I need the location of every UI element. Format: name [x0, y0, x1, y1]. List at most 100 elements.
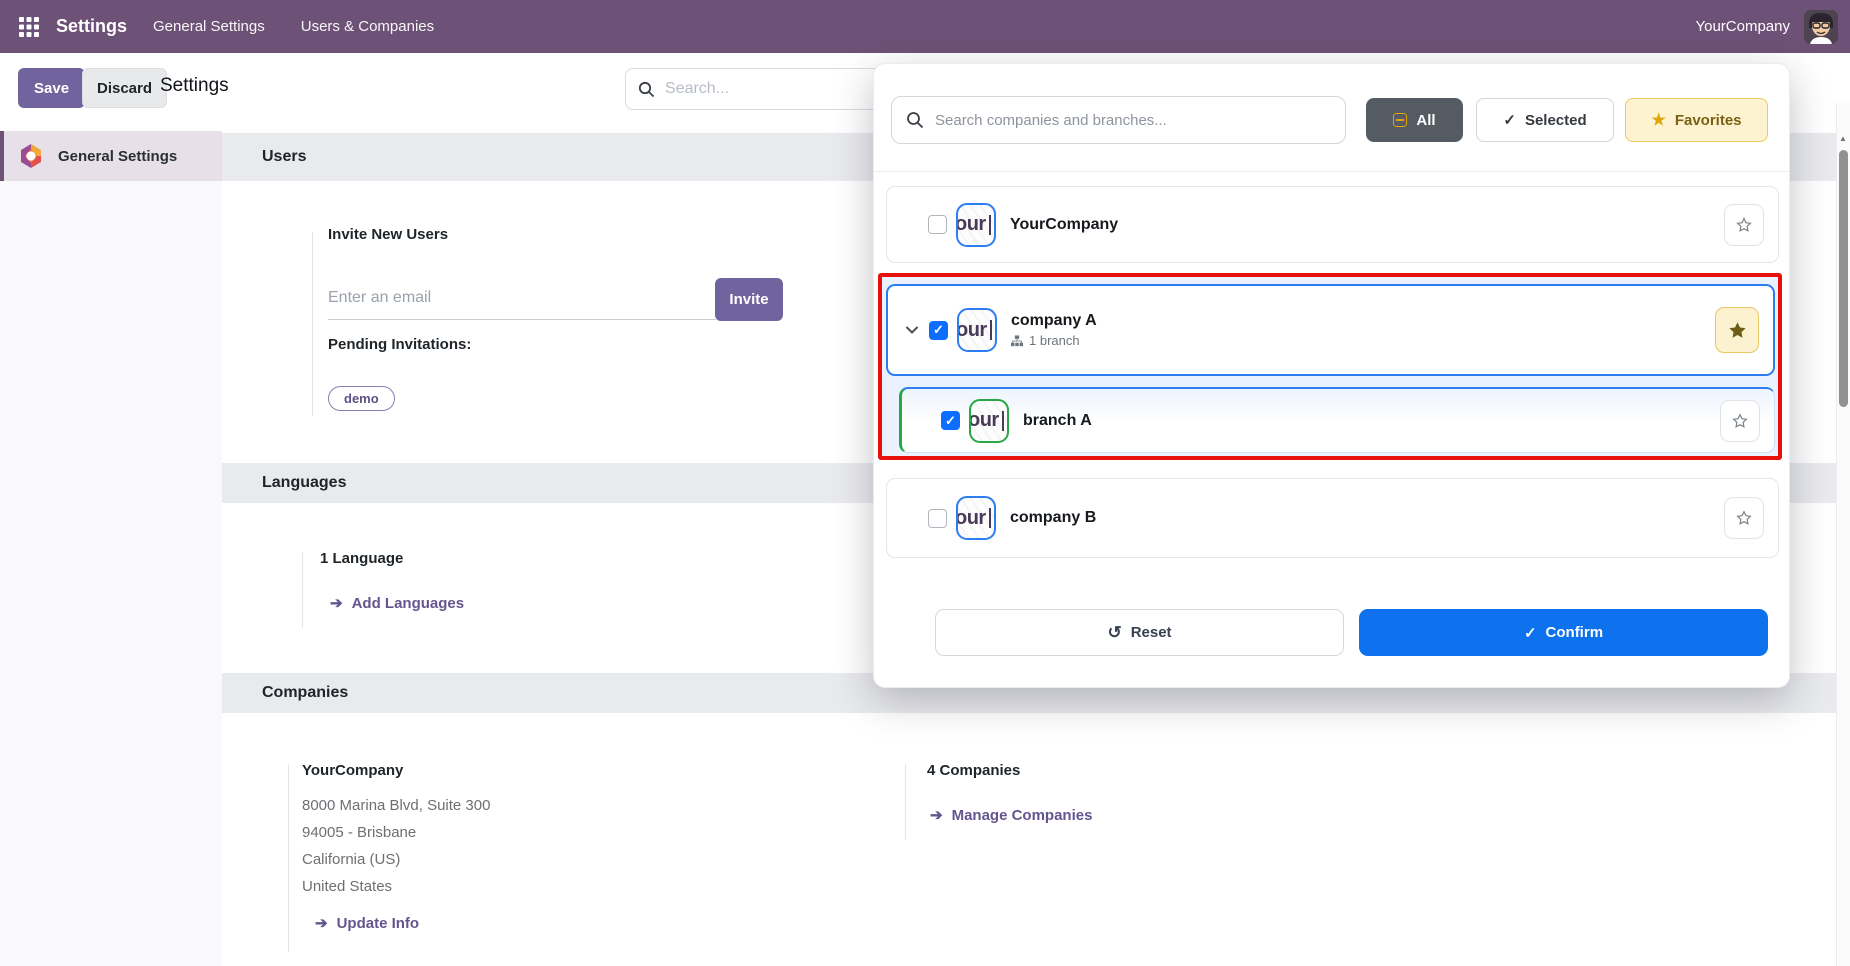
invite-new-users-label: Invite New Users: [328, 226, 448, 243]
company-switcher[interactable]: YourCompany: [1695, 18, 1790, 35]
link-label: Add Languages: [352, 595, 465, 612]
section-title: Users: [262, 148, 306, 166]
button-label: Reset: [1131, 624, 1172, 641]
company-checkbox[interactable]: ✓: [929, 321, 948, 340]
company-search-box: [891, 96, 1346, 144]
menu-general-settings[interactable]: General Settings: [153, 18, 265, 35]
sidebar-item-label: General Settings: [58, 148, 177, 165]
setting-box-separator: [288, 764, 289, 952]
user-avatar[interactable]: [1804, 10, 1838, 44]
company-search-input[interactable]: [935, 112, 1331, 129]
filter-label: All: [1416, 112, 1435, 129]
sitemap-icon: [1011, 335, 1023, 347]
apps-grid-icon[interactable]: [12, 10, 46, 44]
scrollbar-thumb[interactable]: [1839, 150, 1848, 407]
invite-email-field[interactable]: [328, 276, 716, 320]
setting-box-separator: [905, 764, 906, 840]
search-icon: [638, 81, 655, 98]
favorite-star-button[interactable]: [1720, 400, 1760, 442]
address-line: United States: [302, 873, 490, 900]
company-row-label: company B: [1010, 509, 1096, 527]
logo-mark: [1002, 411, 1004, 431]
company-checkbox[interactable]: [928, 215, 947, 234]
filter-selected-button[interactable]: ✓ Selected: [1476, 98, 1614, 142]
check-icon: ✓: [1503, 111, 1516, 129]
general-settings-icon: [18, 143, 44, 169]
reset-icon: ↺: [1107, 623, 1121, 643]
confirm-button[interactable]: ✓ Confirm: [1359, 609, 1768, 656]
filter-favorites-button[interactable]: ★ Favorites: [1625, 98, 1768, 142]
company-logo: our: [956, 496, 996, 540]
filter-label: Favorites: [1675, 112, 1742, 129]
button-label: Confirm: [1546, 624, 1604, 641]
arrow-right-icon: ➔: [930, 806, 943, 824]
logo-text: our: [956, 213, 986, 236]
highlight-box: ✓ our company A 1 branch ✓ our branch A: [878, 273, 1782, 460]
arrow-right-icon: ➔: [330, 594, 343, 612]
pending-invitation-badge[interactable]: demo: [328, 386, 395, 411]
breadcrumb: Settings: [160, 75, 229, 97]
address-line: 8000 Marina Blvd, Suite 300: [302, 792, 490, 819]
logo-text: our: [957, 319, 987, 342]
search-icon: [906, 111, 924, 129]
logo-text: our: [969, 409, 999, 432]
logo-mark: [989, 215, 991, 235]
menu-users-companies[interactable]: Users & Companies: [301, 18, 434, 35]
reset-button[interactable]: ↺ Reset: [935, 609, 1344, 656]
divider: [874, 171, 1789, 172]
invite-button[interactable]: Invite: [715, 278, 783, 321]
settings-page: Settings General Settings Users & Compan…: [0, 0, 1850, 966]
company-logo: our: [957, 308, 997, 352]
company-row-yourcompany[interactable]: our YourCompany: [886, 186, 1779, 263]
add-languages-link[interactable]: ➔ Add Languages: [330, 594, 464, 612]
arrow-right-icon: ➔: [315, 914, 328, 932]
company-row-label: company A: [1011, 312, 1097, 330]
address-line: California (US): [302, 846, 490, 873]
company-row-branch-a[interactable]: ✓ our branch A: [899, 387, 1775, 453]
branch-count: 1 branch: [1011, 333, 1097, 348]
filter-label: Selected: [1525, 112, 1587, 129]
manage-companies-link[interactable]: ➔ Manage Companies: [930, 806, 1092, 824]
setting-box-separator: [302, 552, 303, 628]
company-name: YourCompany: [302, 762, 403, 779]
chevron-down-icon[interactable]: [904, 322, 920, 338]
app-name[interactable]: Settings: [56, 16, 127, 37]
company-row-company-a[interactable]: ✓ our company A 1 branch: [886, 284, 1775, 376]
companies-count: 4 Companies: [927, 762, 1020, 779]
collapse-all-icon: [1393, 113, 1407, 127]
company-checkbox[interactable]: [928, 509, 947, 528]
setting-box-separator: [312, 232, 313, 416]
logo-mark: [989, 508, 991, 528]
company-row-label: YourCompany: [1010, 216, 1118, 234]
save-button[interactable]: Save: [18, 68, 85, 108]
section-title: Companies: [262, 684, 348, 702]
company-selector-dropdown: All ✓ Selected ★ Favorites our YourCompa…: [873, 63, 1790, 688]
page-scrollbar[interactable]: ▲: [1836, 103, 1850, 966]
company-logo: our: [956, 203, 996, 247]
company-checkbox[interactable]: ✓: [941, 411, 960, 430]
link-label: Manage Companies: [952, 807, 1093, 824]
company-row-company-b[interactable]: our company B: [886, 478, 1779, 558]
address-line: 94005 - Brisbane: [302, 819, 490, 846]
discard-button[interactable]: Discard: [82, 68, 167, 108]
company-address: 8000 Marina Blvd, Suite 300 94005 - Bris…: [302, 792, 490, 900]
branch-logo: our: [969, 399, 1009, 443]
navbar-menu: General Settings Users & Companies: [153, 18, 434, 35]
logo-text: our: [956, 507, 986, 530]
scrollbar-up-arrow[interactable]: ▲: [1839, 134, 1847, 143]
settings-sidebar: General Settings: [0, 131, 222, 966]
update-info-link[interactable]: ➔ Update Info: [315, 914, 419, 932]
link-label: Update Info: [337, 915, 420, 932]
company-row-label: branch A: [1023, 412, 1092, 430]
favorite-star-button-active[interactable]: [1715, 307, 1759, 353]
pending-invitations-label: Pending Invitations:: [328, 336, 471, 353]
company-row-text: company A 1 branch: [1011, 312, 1097, 348]
star-icon: ★: [1651, 110, 1665, 130]
sidebar-item-general-settings[interactable]: General Settings: [0, 131, 222, 181]
top-navbar: Settings General Settings Users & Compan…: [0, 0, 1850, 53]
filter-all-button[interactable]: All: [1366, 98, 1463, 142]
check-icon: ✓: [1524, 624, 1537, 642]
favorite-star-button[interactable]: [1724, 204, 1764, 246]
favorite-star-button[interactable]: [1724, 497, 1764, 539]
language-count: 1 Language: [320, 550, 403, 567]
